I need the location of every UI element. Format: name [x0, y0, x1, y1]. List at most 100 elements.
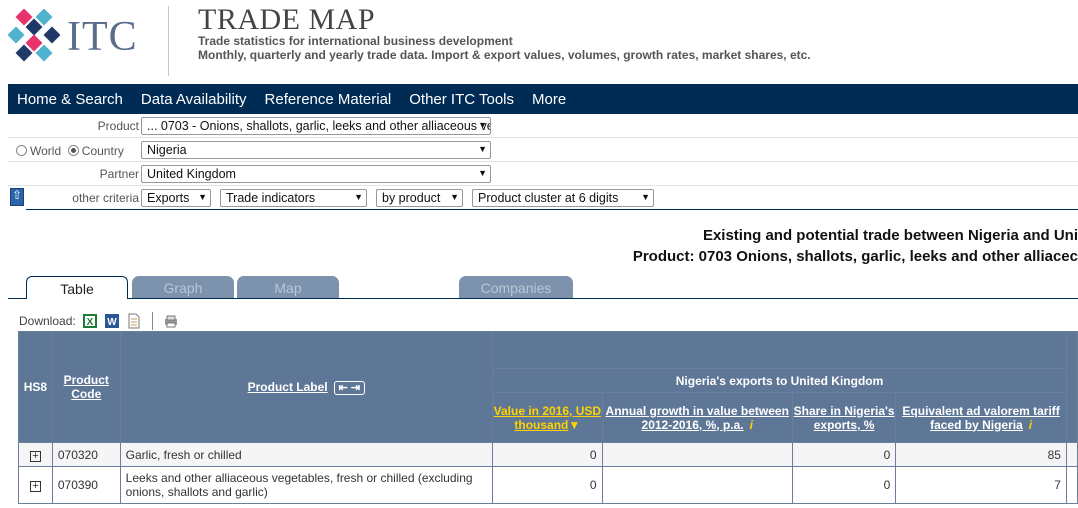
header-divider	[168, 6, 169, 76]
partner-label: Partner	[99, 167, 139, 181]
country-radio-label: Country	[81, 144, 124, 158]
value-cell: 0	[492, 466, 603, 504]
country-select[interactable]: Nigeria ▼	[141, 141, 491, 159]
indicator-value: Trade indicators	[226, 191, 316, 205]
dropdown-arrow-icon: ▼	[478, 120, 487, 130]
svg-text:X: X	[86, 317, 93, 328]
overflow-cell	[1065, 466, 1078, 504]
download-separator	[151, 312, 153, 330]
app-subtitle-1: Trade statistics for international busin…	[198, 34, 513, 48]
nav-data-availability[interactable]: Data Availability	[132, 91, 256, 108]
country-row: World Country Nigeria ▼	[8, 138, 1078, 162]
trade-flow-select[interactable]: Exports ▼	[141, 189, 211, 207]
report-title: Existing and potential trade between Nig…	[633, 225, 1078, 267]
partner-select[interactable]: United Kingdom ▼	[141, 165, 491, 183]
header: ITC TRADE MAP Trade statistics for inter…	[0, 0, 1078, 84]
nav-reference-material[interactable]: Reference Material	[256, 91, 401, 108]
info-icon[interactable]: i	[1029, 418, 1032, 432]
nav-more[interactable]: More	[523, 91, 575, 108]
tariff-cell: 85	[895, 442, 1067, 467]
growth-sort-link[interactable]: Annual growth in value between 2012-2016…	[606, 404, 789, 432]
itc-logo-icon	[8, 9, 60, 62]
share-cell: 0	[791, 442, 897, 467]
product-row: Product ... 0703 - Onions, shallots, gar…	[8, 114, 1078, 138]
download-label: Download:	[19, 314, 76, 328]
product-code-cell: 070390	[51, 466, 121, 504]
indicator-select[interactable]: Trade indicators ▼	[220, 189, 367, 207]
tab-graph[interactable]: Graph	[132, 276, 234, 299]
col-share-header[interactable]: Share in Nigeria's exports, %	[791, 392, 897, 443]
share-sort-link[interactable]: Share in Nigeria's exports, %	[794, 404, 895, 432]
criteria-panel: Product ... 0703 - Onions, shallots, gar…	[8, 114, 1078, 210]
col-product-label-header: Product Label ⇤ ⇥	[119, 331, 494, 443]
sort-desc-icon: ▼	[568, 417, 581, 432]
page: ITC TRADE MAP Trade statistics for inter…	[0, 0, 1078, 508]
tab-map[interactable]: Map	[237, 276, 339, 299]
product-code-sort-link[interactable]: Product Code	[64, 373, 109, 401]
expand-cell[interactable]: +	[18, 466, 53, 504]
group-header-blank	[492, 331, 1067, 369]
col-value-header[interactable]: Value in 2016, USD thousand▼	[492, 392, 603, 443]
value-sort-link[interactable]: Value in 2016, USD thousand	[494, 404, 601, 432]
by-select[interactable]: by product ▼	[376, 189, 463, 207]
dropdown-arrow-icon: ▼	[450, 192, 459, 202]
product-label-cell: Garlic, fresh or chilled	[119, 442, 494, 467]
by-value: by product	[382, 191, 441, 205]
tab-table[interactable]: Table	[26, 276, 128, 299]
nav-home-search[interactable]: Home & Search	[8, 91, 132, 108]
dropdown-arrow-icon: ▼	[478, 168, 487, 178]
growth-cell	[601, 442, 793, 467]
value-cell: 0	[492, 442, 603, 467]
dropdown-arrow-icon: ▼	[641, 192, 650, 202]
trade-flow-value: Exports	[147, 191, 190, 205]
col-hs8-header: HS8	[18, 331, 53, 443]
info-icon[interactable]: i	[750, 418, 753, 432]
other-criteria-label: other criteria	[72, 191, 139, 205]
report-title-line-2: Product: 0703 Onions, shallots, garlic, …	[632, 248, 1078, 265]
world-radio[interactable]	[16, 145, 27, 156]
col-growth-header[interactable]: Annual growth in value between 2012-2016…	[601, 392, 793, 443]
excel-icon[interactable]: X	[82, 313, 98, 329]
expand-plus-icon[interactable]: +	[29, 450, 41, 462]
tariff-sort-link[interactable]: Equivalent ad valorem tariff faced by Ni…	[902, 404, 1059, 432]
table-row: + 070320 Garlic, fresh or chilled 0 0 85	[18, 442, 1078, 467]
dropdown-arrow-icon: ▼	[478, 144, 487, 154]
expand-cell[interactable]: +	[18, 442, 53, 467]
collapse-criteria-icon[interactable]	[10, 188, 24, 206]
col-product-code-header[interactable]: Product Code	[51, 331, 121, 443]
product-select[interactable]: ... 0703 - Onions, shallots, garlic, lee…	[141, 117, 491, 135]
partner-row: Partner United Kingdom ▼	[8, 162, 1078, 186]
view-tabs: Table Graph Map Companies	[8, 276, 1078, 299]
product-label-cell: Leeks and other alliaceous vegetables, f…	[119, 466, 494, 504]
word-icon[interactable]: W	[104, 313, 120, 329]
tabs-divider	[8, 298, 1078, 299]
cluster-select[interactable]: Product cluster at 6 digits ▼	[472, 189, 654, 207]
svg-text:W: W	[107, 317, 117, 328]
expand-plus-icon[interactable]: +	[29, 481, 41, 492]
col-tariff-header[interactable]: Equivalent ad valorem tariff faced by Ni…	[895, 392, 1067, 443]
dropdown-arrow-icon: ▼	[198, 192, 207, 202]
product-label: Product	[97, 119, 139, 133]
logo-text[interactable]: ITC	[67, 13, 138, 61]
nav-other-itc-tools[interactable]: Other ITC Tools	[400, 91, 523, 108]
col-overflow	[1065, 331, 1078, 443]
main-nav: Home & Search Data Availability Referenc…	[8, 84, 1078, 114]
app-subtitle-2: Monthly, quarterly and yearly trade data…	[198, 48, 811, 62]
tariff-cell: 7	[895, 466, 1067, 504]
table-header-row-top: HS8 Product Code Product Label ⇤ ⇥	[18, 331, 1078, 443]
tab-companies[interactable]: Companies	[459, 276, 573, 299]
print-icon[interactable]	[163, 313, 179, 329]
text-file-icon[interactable]	[126, 313, 142, 329]
app-title[interactable]: TRADE MAP	[198, 3, 375, 37]
share-cell: 0	[791, 466, 897, 504]
download-bar: Download: X W	[19, 312, 179, 330]
table-row: + 070390 Leeks and other alliaceous vege…	[18, 466, 1078, 504]
expand-column-icon[interactable]: ⇤ ⇥	[333, 380, 366, 395]
product-label-sort-link[interactable]: Product Label	[248, 380, 328, 394]
country-radio[interactable]	[67, 145, 79, 156]
group-header-exports: Nigeria's exports to United Kingdom	[492, 368, 1067, 393]
overflow-cell	[1065, 442, 1078, 467]
growth-cell	[601, 466, 793, 504]
country-select-value: Nigeria	[147, 143, 187, 157]
report-title-line-1: Existing and potential trade between Nig…	[702, 227, 1078, 244]
